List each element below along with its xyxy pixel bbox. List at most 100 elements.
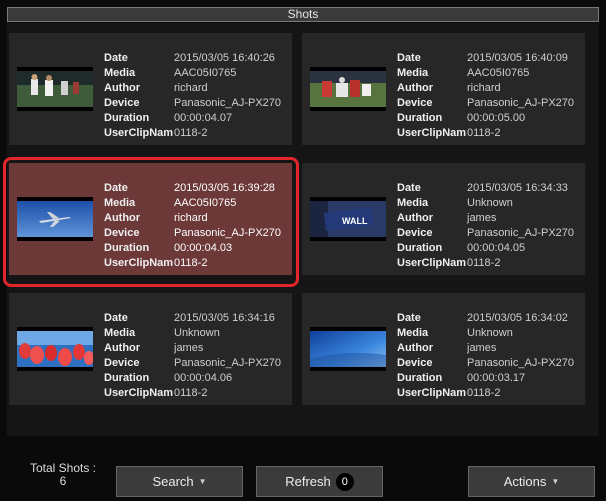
date-label: Date: [104, 312, 128, 324]
airplane-icon: [17, 201, 93, 237]
media-value: Unknown: [467, 327, 513, 339]
chevron-down-icon: ▼: [551, 477, 560, 486]
svg-text:WALL: WALL: [342, 216, 368, 226]
media-label: Media: [104, 327, 136, 339]
date-label: Date: [397, 312, 421, 324]
device-label: Device: [104, 97, 140, 109]
device-value: Panasonic_AJ-PX270: [467, 227, 575, 239]
author-value: richard: [174, 82, 208, 94]
userclipname-value: 0118-2: [467, 387, 501, 399]
total-shots-count: 6: [59, 474, 67, 488]
author-value: james: [467, 212, 497, 224]
shot-thumbnail[interactable]: [310, 67, 386, 111]
author-label: Author: [397, 82, 434, 94]
userclipname-label: UserClipNam: [104, 127, 174, 139]
search-button-label: Search: [152, 474, 194, 489]
date-label: Date: [104, 182, 128, 194]
actions-button[interactable]: Actions ▼: [468, 466, 595, 497]
author-label: Author: [397, 212, 434, 224]
duration-label: Duration: [397, 372, 443, 384]
device-label: Device: [397, 227, 433, 239]
date-value: 2015/03/05 16:34:16: [174, 312, 275, 324]
shot-card[interactable]: WALL Date 2015/03/05 16:34:33 Media Unknow…: [302, 163, 585, 275]
author-label: Author: [104, 342, 141, 354]
date-value: 2015/03/05 16:40:26: [174, 52, 275, 64]
device-label: Device: [104, 357, 140, 369]
duration-label: Duration: [104, 242, 150, 254]
date-value: 2015/03/05 16:34:33: [467, 182, 568, 194]
author-value: richard: [467, 82, 501, 94]
football-tackle-icon: [310, 71, 386, 107]
device-label: Device: [104, 227, 140, 239]
userclipname-value: 0118-2: [467, 257, 501, 269]
refresh-button-label: Refresh: [285, 474, 331, 489]
userclipname-label: UserClipNam: [397, 257, 467, 269]
author-value: james: [467, 342, 497, 354]
device-label: Device: [397, 97, 433, 109]
shot-card[interactable]: Date 2015/03/05 16:34:16 Media Unknown Aut…: [9, 293, 292, 405]
total-shots: Total Shots : 6: [20, 462, 106, 488]
userclipname-value: 0118-2: [467, 127, 501, 139]
userclipname-value: 0118-2: [174, 257, 208, 269]
search-button[interactable]: Search ▼: [116, 466, 243, 497]
shot-card-selected[interactable]: Date 2015/03/05 16:39:28 Media AAC05I0765 …: [9, 163, 292, 275]
shot-thumbnail[interactable]: WALL: [310, 197, 386, 241]
shot-metadata: Date 2015/03/05 16:40:09 Media AAC05I0765 …: [397, 51, 583, 141]
shot-thumbnail[interactable]: [310, 327, 386, 371]
shot-thumbnail[interactable]: [17, 67, 93, 111]
duration-value: 00:00:04.06: [174, 372, 233, 384]
media-value: Unknown: [467, 197, 513, 209]
author-label: Author: [397, 342, 434, 354]
shot-card[interactable]: Date 2015/03/05 16:34:02 Media Unknown Aut…: [302, 293, 585, 405]
device-value: Panasonic_AJ-PX270: [174, 357, 282, 369]
userclipname-label: UserClipNam: [104, 387, 174, 399]
date-value: 2015/03/05 16:39:28: [174, 182, 275, 194]
shot-metadata: Date 2015/03/05 16:40:26 Media AAC05I0765 …: [104, 51, 290, 141]
author-value: james: [174, 342, 204, 354]
device-value: Panasonic_AJ-PX270: [174, 227, 282, 239]
blue-sky-icon: [310, 331, 386, 367]
duration-value: 00:00:05.00: [467, 112, 526, 124]
refresh-count-badge: 0: [335, 472, 354, 491]
shot-metadata: Date 2015/03/05 16:39:28 Media AAC05I0765 …: [104, 181, 290, 271]
date-label: Date: [397, 182, 421, 194]
device-label: Device: [397, 357, 433, 369]
media-value: AAC05I0765: [174, 67, 237, 79]
duration-value: 00:00:03.17: [467, 372, 526, 384]
userclipname-value: 0118-2: [174, 127, 208, 139]
media-value: AAC05I0765: [467, 67, 530, 79]
date-value: 2015/03/05 16:40:09: [467, 52, 568, 64]
chevron-down-icon: ▼: [198, 477, 207, 486]
football-players-icon: [17, 71, 93, 107]
duration-label: Duration: [397, 242, 443, 254]
shot-card[interactable]: Date 2015/03/05 16:40:26 Media AAC05I0765 …: [9, 33, 292, 145]
media-label: Media: [104, 67, 136, 79]
date-value: 2015/03/05 16:34:02: [467, 312, 568, 324]
device-value: Panasonic_AJ-PX270: [174, 97, 282, 109]
shots-grid[interactable]: Date 2015/03/05 16:40:26 Media AAC05I0765 …: [7, 23, 599, 436]
userclipname-label: UserClipNam: [397, 127, 467, 139]
media-label: Media: [397, 327, 429, 339]
shot-metadata: Date 2015/03/05 16:34:16 Media Unknown Aut…: [104, 311, 290, 401]
author-value: richard: [174, 212, 208, 224]
author-label: Author: [104, 82, 141, 94]
shot-card[interactable]: Date 2015/03/05 16:40:09 Media AAC05I0765 …: [302, 33, 585, 145]
refresh-button[interactable]: Refresh 0: [256, 466, 383, 497]
date-label: Date: [104, 52, 128, 64]
media-label: Media: [104, 197, 136, 209]
device-value: Panasonic_AJ-PX270: [467, 97, 575, 109]
shots-window: Shots Date 2015/03/05 16:40:26 Media AAC05…: [0, 0, 606, 501]
duration-value: 00:00:04.03: [174, 242, 233, 254]
shot-thumbnail[interactable]: [17, 327, 93, 371]
date-label: Date: [397, 52, 421, 64]
duration-label: Duration: [397, 112, 443, 124]
userclipname-label: UserClipNam: [104, 257, 174, 269]
duration-label: Duration: [104, 372, 150, 384]
media-label: Media: [397, 67, 429, 79]
media-label: Media: [397, 197, 429, 209]
wall-street-sign-icon: WALL: [310, 201, 386, 237]
media-value: AAC05I0765: [174, 197, 237, 209]
userclipname-value: 0118-2: [174, 387, 208, 399]
shot-thumbnail[interactable]: [17, 197, 93, 241]
device-value: Panasonic_AJ-PX270: [467, 357, 575, 369]
